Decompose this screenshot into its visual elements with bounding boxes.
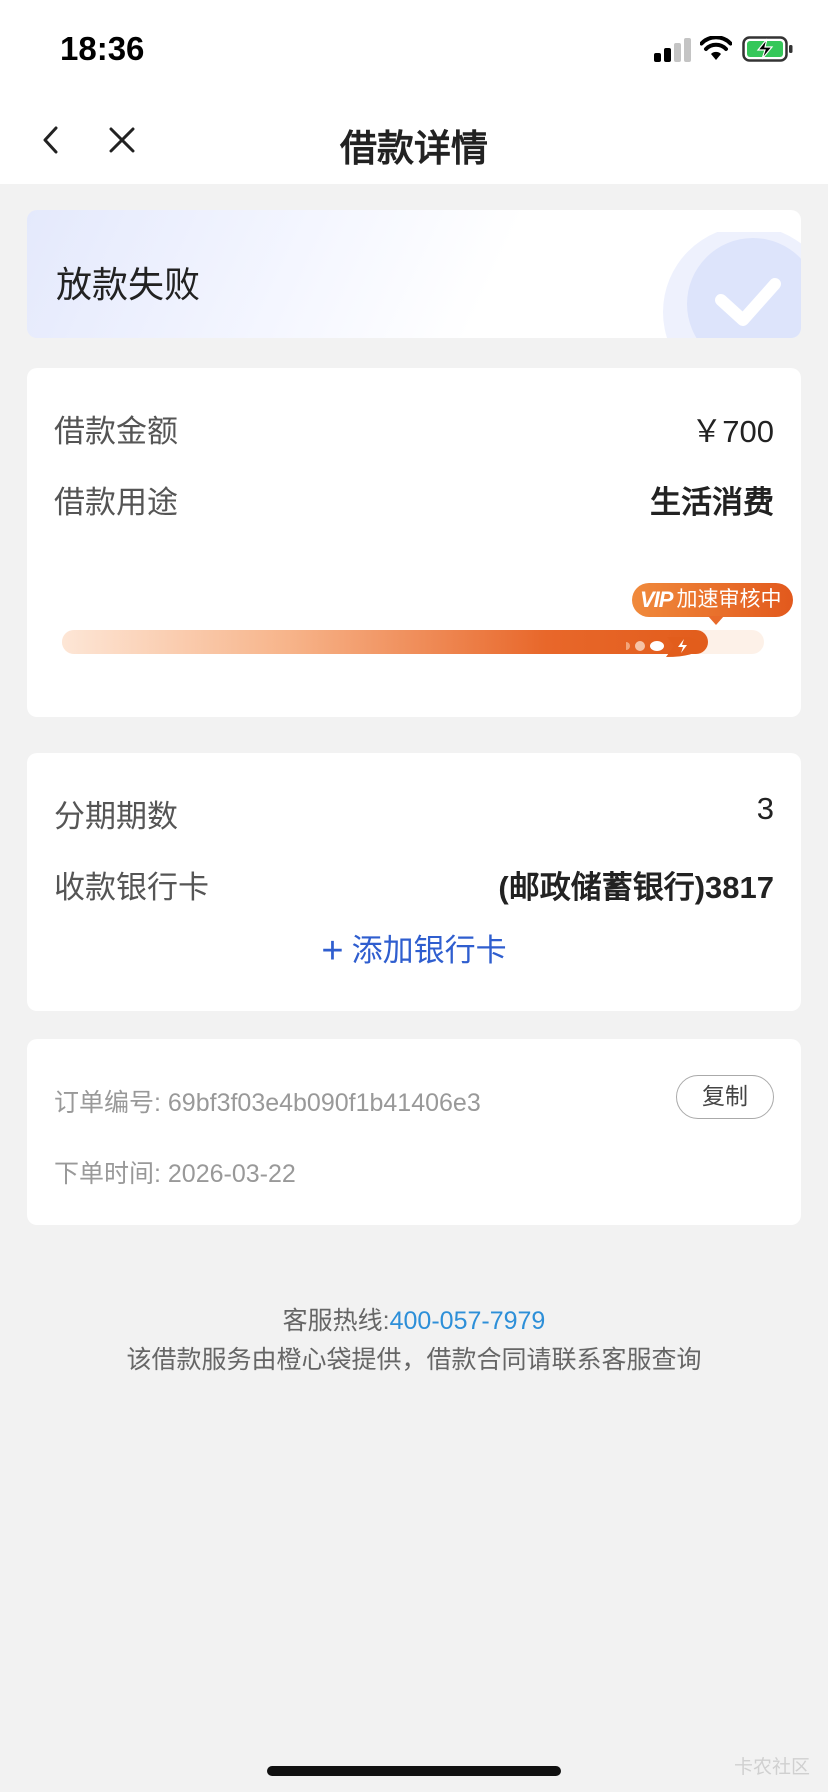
checkmark-badge-icon [663, 232, 801, 338]
battery-charging-icon [742, 36, 793, 62]
customer-service-line: 客服热线:400-057-7979 [0, 1301, 828, 1337]
hotline-label: 客服热线: [282, 1307, 390, 1335]
add-bank-card-label: 添加银行卡 [351, 933, 507, 968]
loan-info-card: 借款金额 ￥700 借款用途 生活消费 VIP 加速审核中 [27, 368, 801, 717]
plus-icon: + [321, 930, 344, 972]
add-bank-card-button[interactable]: + 添加银行卡 [27, 925, 801, 973]
order-time-row: 下单时间: 2026-03-22 [54, 1154, 296, 1190]
order-time-label: 下单时间: [54, 1160, 161, 1188]
copy-button[interactable]: 复制 [676, 1075, 774, 1119]
loan-amount-value: ￥700 [691, 414, 774, 449]
order-number-label: 订单编号: [54, 1089, 161, 1117]
installment-periods-label: 分期期数 [54, 799, 178, 834]
receiving-card-value: (邮政储蓄银行)3817 [498, 870, 774, 905]
order-number-row: 订单编号: 69bf3f03e4b090f1b41406e3 [54, 1083, 481, 1119]
receiving-card-label: 收款银行卡 [54, 870, 209, 905]
loan-status-card: 放款失败 [27, 210, 801, 338]
rocket-icon [626, 637, 704, 657]
order-number-value: 69bf3f03e4b090f1b41406e3 [167, 1089, 481, 1117]
status-bar: 18:36 [0, 0, 828, 96]
status-time: 18:36 [60, 30, 145, 67]
order-info-card: 订单编号: 69bf3f03e4b090f1b41406e3 复制 下单时间: … [27, 1039, 801, 1225]
loan-purpose-label: 借款用途 [54, 485, 178, 520]
nav-bar: 借款详情 [0, 96, 828, 184]
vip-review-badge: VIP 加速审核中 [632, 583, 794, 625]
loan-purpose-value: 生活消费 [650, 485, 774, 520]
watermark: 卡农社区 [733, 1757, 810, 1778]
installment-card: 分期期数 3 收款银行卡 (邮政储蓄银行)3817 + 添加银行卡 [27, 753, 801, 1011]
hotline-number-link[interactable]: 400-057-7979 [390, 1307, 546, 1335]
vip-review-text: 加速审核中 [676, 588, 782, 611]
page-title: 借款详情 [340, 128, 488, 169]
home-indicator[interactable] [267, 1766, 561, 1776]
loan-amount-label: 借款金额 [54, 414, 178, 449]
vip-label: VIP [640, 587, 673, 612]
installment-periods-value: 3 [756, 791, 774, 826]
order-time-value: 2026-03-22 [167, 1160, 296, 1188]
wifi-icon [700, 36, 732, 60]
service-provider-note: 该借款服务由橙心袋提供，借款合同请联系客服查询 [126, 1346, 702, 1374]
review-progress: VIP 加速审核中 [62, 583, 794, 663]
cellular-signal-icon [654, 38, 692, 62]
progress-fill [62, 630, 708, 654]
loan-status-title: 放款失败 [56, 264, 201, 305]
